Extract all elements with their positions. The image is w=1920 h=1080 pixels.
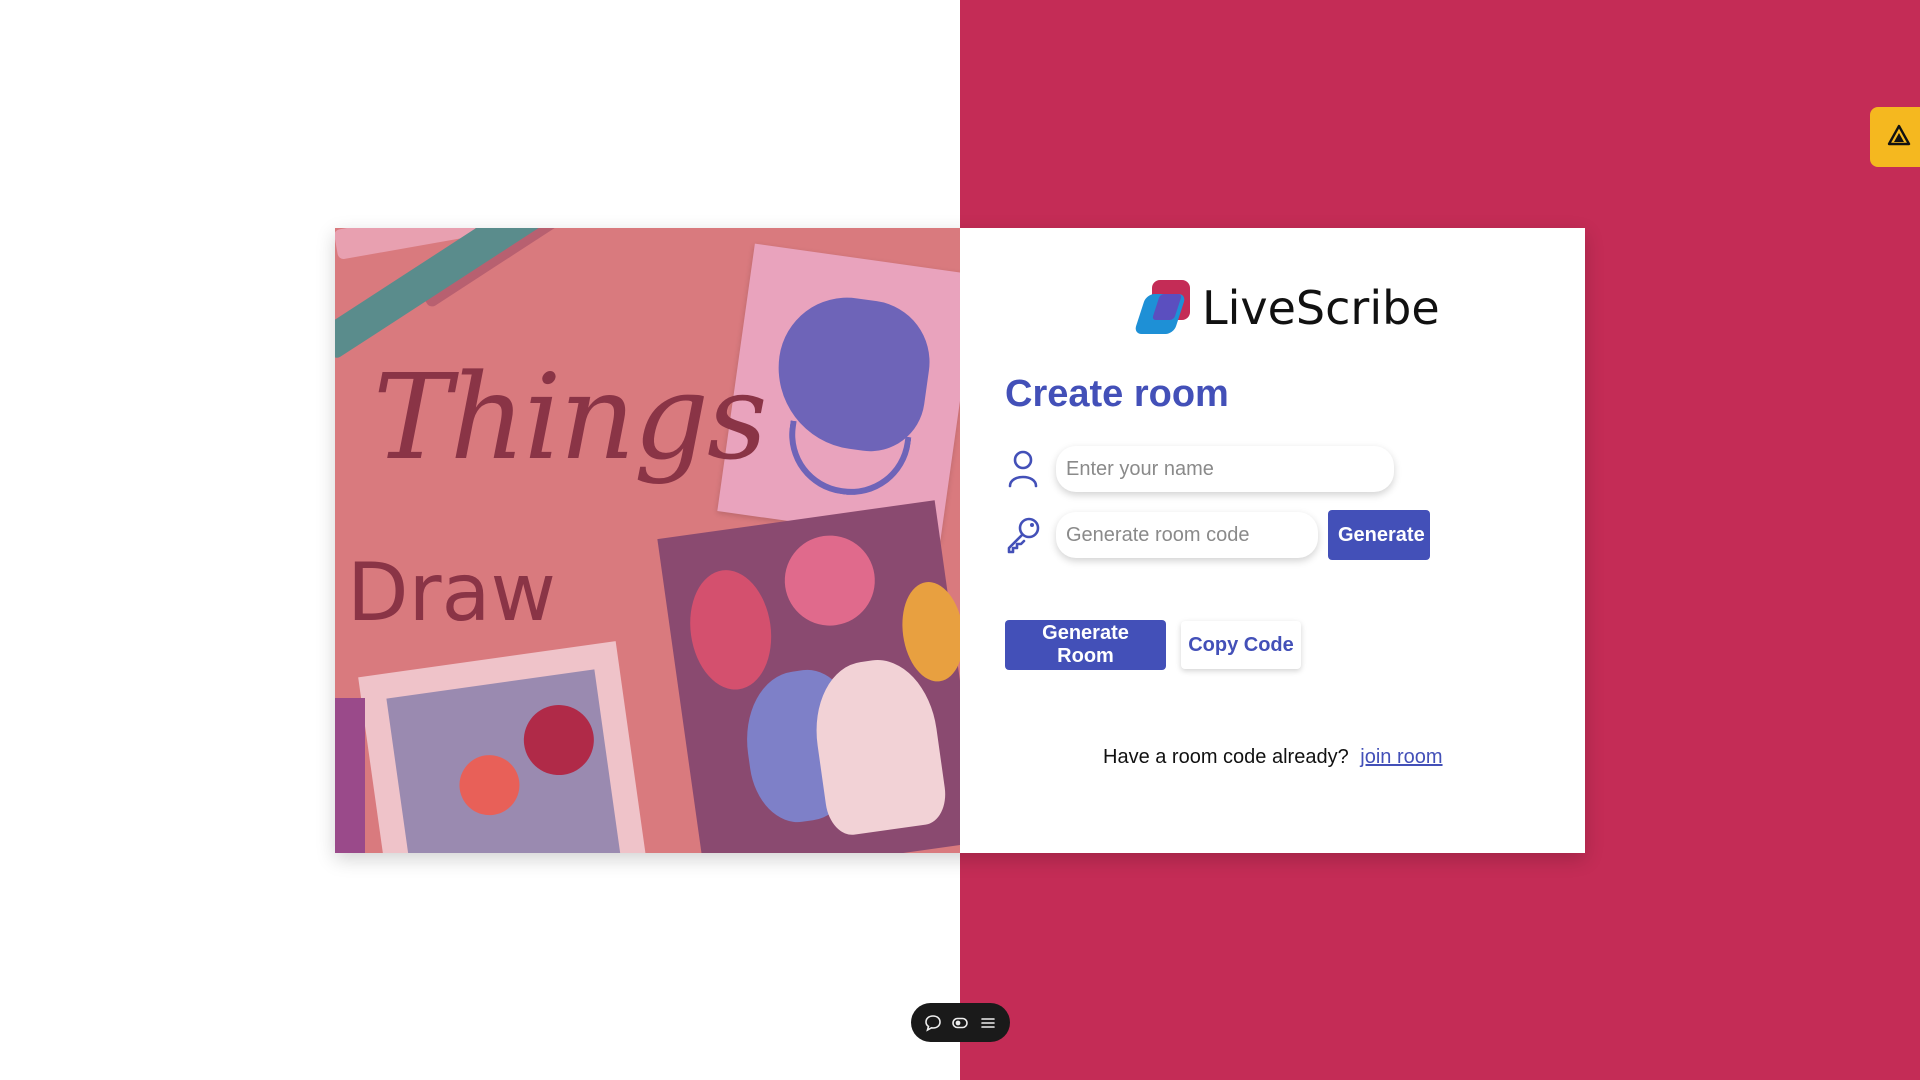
generate-code-button[interactable]: Generate [1328,510,1430,560]
chat-icon[interactable] [924,1014,942,1032]
brand-name: LiveScribe [1202,281,1440,335]
toggle-icon[interactable] [951,1014,969,1032]
room-actions: Generate Room Copy Code [1005,620,1301,670]
page-title: Create room [1005,373,1229,415]
join-room-link[interactable]: join room [1360,746,1442,768]
fruit-illustration [358,641,652,853]
code-row: Generate [1005,510,1430,560]
create-room-card: Things Draw LiveScribe Create room Enter… [335,228,1585,853]
side-widget-tab[interactable] [1870,107,1920,167]
leaves-illustration [657,500,960,853]
vercel-triangle-icon [1887,124,1911,151]
copy-code-button[interactable]: Copy Code [1181,621,1301,669]
key-icon [1005,515,1041,555]
room-code-input[interactable] [1056,512,1318,558]
name-row [1005,446,1394,492]
floating-toolbar [911,1003,1010,1042]
brand: LiveScribe [1133,280,1440,336]
name-input[interactable] [1056,446,1394,492]
join-prompt-text: Have a room code already? [1103,746,1349,768]
artwork-subtitle: Draw [347,546,556,639]
form-panel: LiveScribe Create room Generate [960,228,1585,853]
artwork-image: Things Draw [335,228,960,853]
generate-room-button[interactable]: Generate Room [1005,620,1166,670]
join-room-prompt: Have a room code already? join room [1103,746,1443,769]
menu-icon[interactable] [979,1014,997,1032]
artwork-title: Things [373,348,768,486]
livescribe-logo-icon [1133,280,1198,336]
user-icon [1005,449,1041,489]
